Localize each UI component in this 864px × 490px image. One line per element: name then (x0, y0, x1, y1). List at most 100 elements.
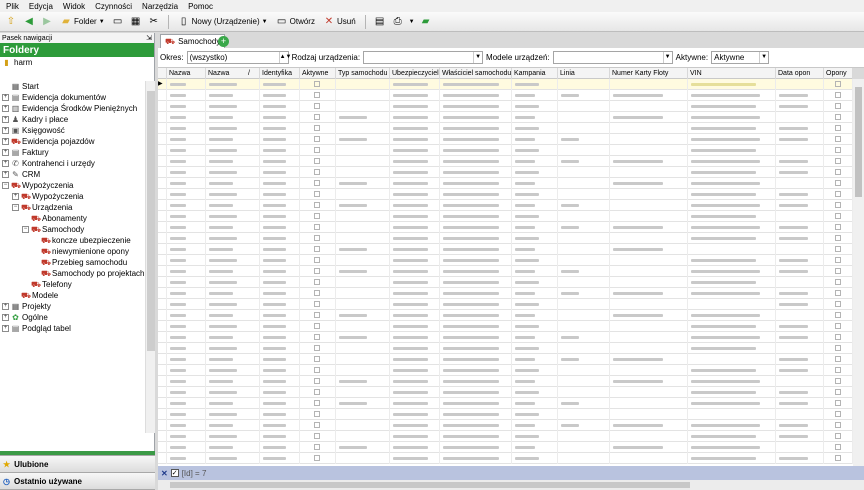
table-cell[interactable] (610, 365, 688, 376)
column-header[interactable]: VIN (688, 68, 776, 79)
table-cell[interactable] (512, 288, 558, 299)
table-cell[interactable] (260, 299, 300, 310)
checkbox[interactable] (314, 268, 320, 274)
table-cell[interactable] (158, 156, 167, 167)
table-cell[interactable] (558, 343, 610, 354)
table-cell[interactable] (167, 200, 206, 211)
spin-icon[interactable]: ▲▼ (278, 52, 291, 63)
table-cell[interactable] (300, 376, 336, 387)
table-cell[interactable] (167, 145, 206, 156)
bottom-nav-star[interactable]: ★ Ulubione (0, 455, 155, 472)
menu-item[interactable]: Plik (6, 2, 19, 11)
table-cell[interactable] (390, 266, 440, 277)
table-cell[interactable] (688, 354, 776, 365)
table-cell[interactable] (300, 123, 336, 134)
table-cell[interactable] (300, 321, 336, 332)
tree-item[interactable]: + ▦ Projekty (2, 301, 51, 312)
table-cell[interactable] (206, 134, 260, 145)
table-cell[interactable] (688, 123, 776, 134)
expand-icon[interactable]: + (2, 116, 9, 123)
table-row[interactable] (158, 145, 853, 156)
table-cell[interactable] (440, 145, 512, 156)
column-header[interactable]: Nazwa (206, 68, 260, 79)
checkbox[interactable] (314, 92, 320, 98)
table-cell[interactable] (260, 134, 300, 145)
table-cell[interactable] (440, 321, 512, 332)
table-cell[interactable] (260, 310, 300, 321)
table-cell[interactable] (776, 288, 824, 299)
table-cell[interactable] (688, 332, 776, 343)
checkbox[interactable] (835, 103, 841, 109)
table-cell[interactable] (440, 200, 512, 211)
table-cell[interactable] (824, 156, 853, 167)
table-cell[interactable] (440, 387, 512, 398)
table-cell[interactable] (558, 222, 610, 233)
table-cell[interactable] (167, 321, 206, 332)
table-cell[interactable] (206, 266, 260, 277)
table-cell[interactable] (776, 431, 824, 442)
table-cell[interactable] (390, 79, 440, 90)
table-cell[interactable] (824, 145, 853, 156)
expand-icon[interactable]: + (2, 149, 9, 156)
table-cell[interactable] (260, 431, 300, 442)
table-cell[interactable] (512, 222, 558, 233)
chevron-down-icon[interactable]: ▼ (473, 52, 482, 63)
checkbox[interactable] (314, 279, 320, 285)
table-cell[interactable] (512, 211, 558, 222)
table-cell[interactable] (440, 255, 512, 266)
table-row[interactable] (158, 354, 853, 365)
table-row[interactable] (158, 299, 853, 310)
table-cell[interactable] (512, 277, 558, 288)
table-cell[interactable] (776, 266, 824, 277)
table-cell[interactable] (300, 332, 336, 343)
checkbox[interactable] (835, 444, 841, 450)
checkbox[interactable] (835, 169, 841, 175)
table-cell[interactable] (260, 277, 300, 288)
table-row[interactable] (158, 321, 853, 332)
table-cell[interactable] (440, 409, 512, 420)
table-cell[interactable] (390, 442, 440, 453)
checkbox[interactable] (314, 323, 320, 329)
folder-button[interactable]: ▰ Folder ▼ (58, 15, 107, 29)
table-cell[interactable] (824, 343, 853, 354)
table-cell[interactable] (206, 167, 260, 178)
table-cell[interactable] (336, 200, 390, 211)
table-cell[interactable] (260, 189, 300, 200)
tree-item[interactable]: + ▤ Faktury (2, 147, 49, 158)
expand-icon[interactable]: + (2, 127, 9, 134)
table-cell[interactable] (558, 288, 610, 299)
table-cell[interactable] (440, 233, 512, 244)
table-cell[interactable] (300, 310, 336, 321)
table-cell[interactable] (300, 343, 336, 354)
table-cell[interactable] (440, 299, 512, 310)
checkbox[interactable] (314, 411, 320, 417)
table-cell[interactable] (512, 387, 558, 398)
table-cell[interactable] (206, 277, 260, 288)
table-cell[interactable] (206, 442, 260, 453)
table-cell[interactable] (688, 277, 776, 288)
tree-item[interactable]: ⛟ Telefony (22, 279, 72, 290)
table-cell[interactable] (688, 79, 776, 90)
checkbox[interactable] (314, 114, 320, 120)
table-cell[interactable] (300, 288, 336, 299)
table-cell[interactable] (558, 211, 610, 222)
table-cell[interactable] (558, 200, 610, 211)
table-cell[interactable] (824, 200, 853, 211)
table-cell[interactable] (260, 112, 300, 123)
checkbox[interactable] (314, 444, 320, 450)
table-row[interactable] (158, 233, 853, 244)
table-cell[interactable] (158, 178, 167, 189)
table-cell[interactable] (558, 321, 610, 332)
table-cell[interactable] (610, 101, 688, 112)
table-cell[interactable] (610, 387, 688, 398)
table-cell[interactable] (776, 145, 824, 156)
checkbox[interactable] (835, 389, 841, 395)
table-cell[interactable] (558, 233, 610, 244)
tree-item[interactable]: − ⛟ Urządzenia (12, 202, 72, 213)
checkbox[interactable] (835, 246, 841, 252)
table-cell[interactable] (512, 321, 558, 332)
table-cell[interactable] (206, 112, 260, 123)
table-row[interactable] (158, 90, 853, 101)
table-cell[interactable] (688, 90, 776, 101)
table-row[interactable] (158, 178, 853, 189)
